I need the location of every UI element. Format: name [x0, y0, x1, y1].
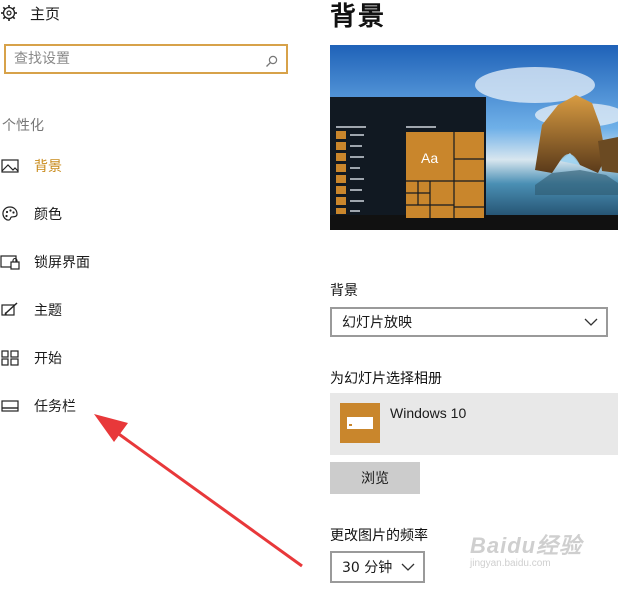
preview-tile-text: Aa	[421, 150, 438, 166]
background-dropdown-value: 幻灯片放映	[342, 315, 412, 331]
background-label: 背景	[330, 283, 358, 299]
watermark-brand: Baidu经验	[470, 533, 583, 558]
frequency-dropdown-value: 30 分钟	[342, 560, 393, 576]
frequency-dropdown[interactable]: 30 分钟	[330, 551, 425, 583]
chevron-down-icon	[401, 563, 415, 571]
album-card[interactable]: Windows 10	[330, 393, 618, 455]
watermark: Baidu经验 jingyan.baidu.com	[470, 528, 582, 569]
page-title: 背景	[330, 2, 387, 32]
frequency-label: 更改图片的频率	[330, 528, 428, 544]
background-dropdown[interactable]: 幻灯片放映	[330, 307, 608, 337]
browse-button[interactable]: 浏览	[330, 462, 420, 494]
album-label: 为幻灯片选择相册	[330, 371, 442, 387]
album-name: Windows 10	[390, 405, 467, 421]
album-thumbnail	[340, 403, 380, 443]
chevron-down-icon	[584, 318, 598, 326]
background-preview: Aa	[330, 45, 618, 230]
